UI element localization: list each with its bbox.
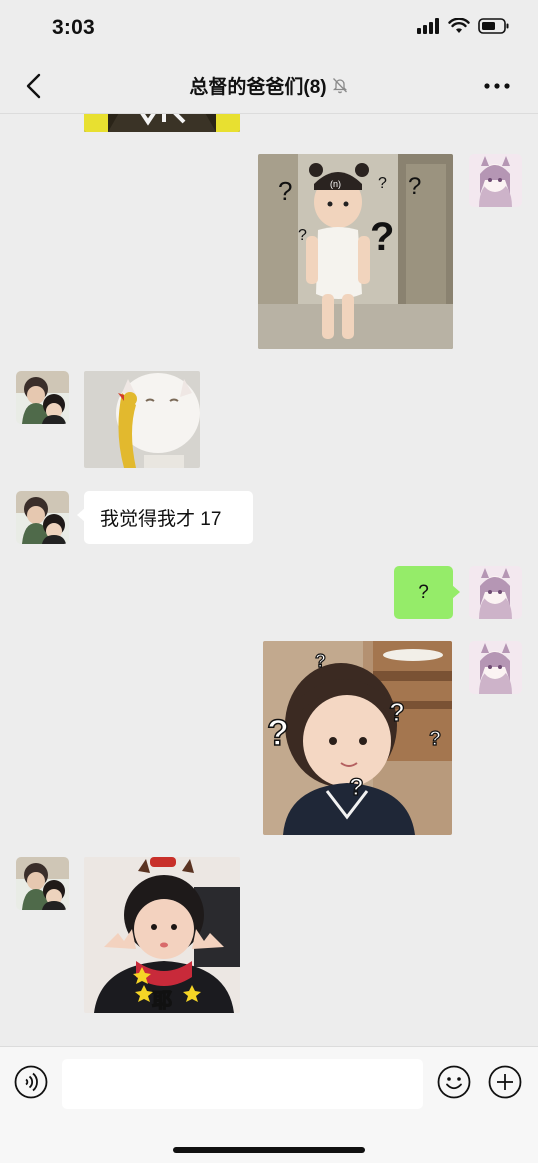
svg-text:?: ? <box>408 173 421 200</box>
status-time: 3:03 <box>52 16 95 39</box>
emoji-button[interactable] <box>437 1065 471 1099</box>
svg-text:?: ? <box>378 175 387 192</box>
incoming-text-bubble[interactable]: 我觉得我才 17 <box>77 491 253 544</box>
more-functions-button[interactable] <box>488 1065 522 1099</box>
friend-avatar[interactable] <box>16 491 69 544</box>
chat-title-text: 总督的爸爸们(8) <box>189 77 327 98</box>
sticker-caption: 耶 <box>152 988 172 1012</box>
svg-text:?: ? <box>315 651 326 671</box>
status-icons <box>416 18 510 34</box>
sticker-image[interactable]: (n) ? ? ? ? ? <box>258 154 453 349</box>
mute-bell-icon <box>331 76 349 100</box>
svg-text:?: ? <box>370 215 394 259</box>
message-text: ? <box>418 581 429 603</box>
message-list[interactable]: (n) ? ? ? ? ? 我觉得我才 17 ? ? ? ? ? ? 耶 <box>0 114 538 1046</box>
battery-icon <box>478 18 509 34</box>
my-avatar[interactable] <box>469 154 522 207</box>
more-icon <box>484 83 510 89</box>
voice-button[interactable] <box>14 1065 48 1099</box>
outgoing-text-bubble[interactable]: ? <box>394 566 460 619</box>
voice-icon <box>14 1065 48 1099</box>
sticker-image[interactable] <box>84 371 200 468</box>
my-avatar[interactable] <box>469 566 522 619</box>
sticker-image[interactable]: 耶 <box>84 857 240 1013</box>
more-button[interactable] <box>482 72 512 100</box>
input-bar <box>0 1046 538 1163</box>
plus-icon <box>488 1065 522 1099</box>
svg-text:?: ? <box>349 774 364 801</box>
message-text: 我觉得我才 17 <box>100 509 222 530</box>
status-bar: 3:03 <box>0 0 538 58</box>
svg-text:(n): (n) <box>330 179 341 189</box>
message-input[interactable] <box>62 1059 423 1109</box>
sticker-image[interactable] <box>84 114 240 132</box>
sticker-image[interactable]: ? ? ? ? ? <box>263 641 452 835</box>
friend-avatar[interactable] <box>16 857 69 910</box>
svg-text:?: ? <box>298 227 307 244</box>
home-indicator[interactable] <box>173 1147 365 1153</box>
chat-header: 总督的爸爸们(8) <box>0 58 538 114</box>
svg-text:?: ? <box>429 728 441 750</box>
wifi-icon <box>448 18 470 33</box>
my-avatar[interactable] <box>469 641 522 694</box>
svg-text:?: ? <box>389 697 405 727</box>
emoji-icon <box>437 1065 471 1099</box>
svg-text:?: ? <box>278 176 292 206</box>
svg-text:?: ? <box>267 712 289 753</box>
signal-icon <box>417 18 439 34</box>
chat-title: 总督的爸爸们(8) <box>0 72 538 100</box>
friend-avatar[interactable] <box>16 371 69 424</box>
